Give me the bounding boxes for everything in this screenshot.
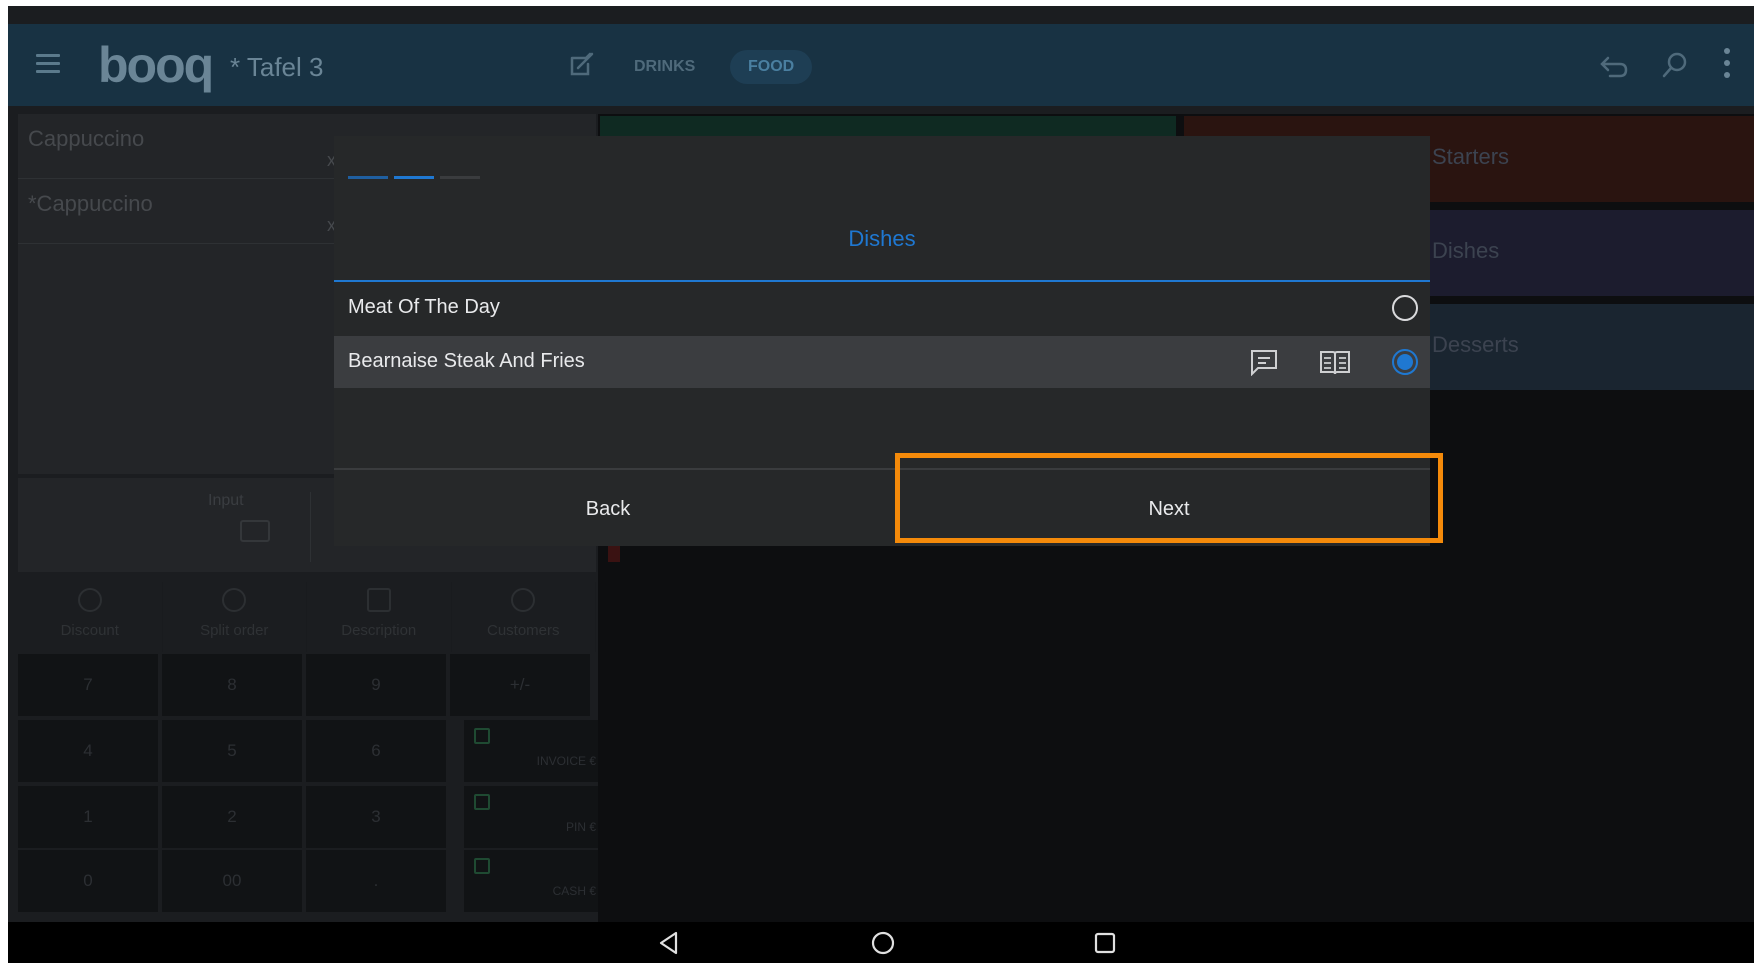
option-label: Bearnaise Steak And Fries <box>348 350 585 372</box>
radio-selected[interactable] <box>1392 349 1418 375</box>
nav-back-icon[interactable] <box>656 930 682 956</box>
discount-button[interactable]: Discount <box>18 582 163 652</box>
key-4[interactable]: 4 <box>18 720 158 782</box>
split-order-label: Split order <box>200 622 269 639</box>
tab-food[interactable]: FOOD <box>730 50 813 84</box>
undo-icon[interactable] <box>1598 50 1630 80</box>
option-bearnaise-steak[interactable]: Bearnaise Steak And Fries <box>334 336 1430 388</box>
key-2[interactable]: 2 <box>162 786 302 848</box>
note-icon <box>366 588 391 612</box>
radio-unselected[interactable] <box>1392 295 1418 321</box>
table-name: * Tafel 3 <box>230 52 324 82</box>
nav-home-icon[interactable] <box>870 930 896 956</box>
key-5[interactable]: 5 <box>162 720 302 782</box>
cash-label: CASH € <box>552 884 596 898</box>
option-meat-of-the-day[interactable]: Meat Of The Day <box>334 282 1430 334</box>
pin-icon <box>474 794 490 810</box>
person-icon <box>511 588 536 612</box>
invoice-button[interactable]: INVOICE € <box>464 720 604 782</box>
system-nav-bar <box>8 922 1754 963</box>
search-icon[interactable] <box>1660 50 1690 80</box>
back-button[interactable]: Back <box>334 472 882 546</box>
split-order-button[interactable]: Split order <box>163 582 307 652</box>
note-icon[interactable] <box>1248 348 1280 376</box>
pin-button[interactable]: PIN € <box>464 786 604 848</box>
backspace-icon[interactable] <box>240 520 270 542</box>
key-1[interactable]: 1 <box>18 786 158 848</box>
hamburger-menu-icon[interactable] <box>36 54 60 74</box>
invoice-label: INVOICE € <box>536 754 596 768</box>
order-item-name: *Cappuccino <box>28 191 153 216</box>
marker <box>608 544 620 562</box>
order-item-name: Cappuccino <box>28 126 145 151</box>
cash-icon <box>474 858 490 874</box>
category-desserts-label: Desserts <box>1432 332 1519 357</box>
pos-screen: booq * Tafel 3 DRINKS FOOD Cappuccino x1… <box>8 6 1754 963</box>
percent-icon <box>77 588 102 612</box>
menu-book-icon[interactable] <box>1318 348 1352 376</box>
customers-label: Customers <box>486 622 560 639</box>
app-logo: booq <box>98 37 214 93</box>
discount-label: Discount <box>60 622 119 639</box>
key-plus-minus[interactable]: +/- <box>450 654 590 716</box>
highlight-box <box>895 453 1443 543</box>
step-indicator-done <box>348 176 388 179</box>
option-label: Meat Of The Day <box>348 296 500 318</box>
description-label: Description <box>341 622 417 639</box>
key-9[interactable]: 9 <box>306 654 446 716</box>
customers-button[interactable]: Customers <box>452 582 596 652</box>
keypad: 7 8 9 +/- 4 5 6 1 2 3 0 00 . INVOICE € P… <box>18 654 604 912</box>
key-6[interactable]: 6 <box>306 720 446 782</box>
step-indicator-current <box>394 176 434 179</box>
category-dishes-label: Dishes <box>1432 238 1500 263</box>
key-8[interactable]: 8 <box>162 654 302 716</box>
divider <box>310 492 311 562</box>
tab-drinks[interactable]: DRINKS <box>634 50 695 84</box>
key-decimal[interactable]: . <box>306 850 446 912</box>
top-bar: booq * Tafel 3 DRINKS FOOD <box>8 24 1754 106</box>
invoice-icon <box>474 728 490 744</box>
split-icon <box>222 588 247 612</box>
pin-label: PIN € <box>565 820 596 834</box>
key-3[interactable]: 3 <box>306 786 446 848</box>
course-edit-icon[interactable] <box>566 50 596 80</box>
more-options-icon[interactable] <box>1722 48 1732 84</box>
input-label: Input <box>208 492 244 509</box>
function-keys: Discount Split order Description Custome… <box>18 582 596 652</box>
key-00[interactable]: 00 <box>162 850 302 912</box>
step-indicator-pending <box>440 176 480 179</box>
dialog-title: Dishes <box>848 226 916 251</box>
key-0[interactable]: 0 <box>18 850 158 912</box>
key-7[interactable]: 7 <box>18 654 158 716</box>
cash-button[interactable]: CASH € <box>464 850 604 912</box>
description-button[interactable]: Description <box>307 582 452 652</box>
category-starters-label: Starters <box>1432 144 1510 169</box>
nav-recent-apps-icon[interactable] <box>1093 931 1117 955</box>
